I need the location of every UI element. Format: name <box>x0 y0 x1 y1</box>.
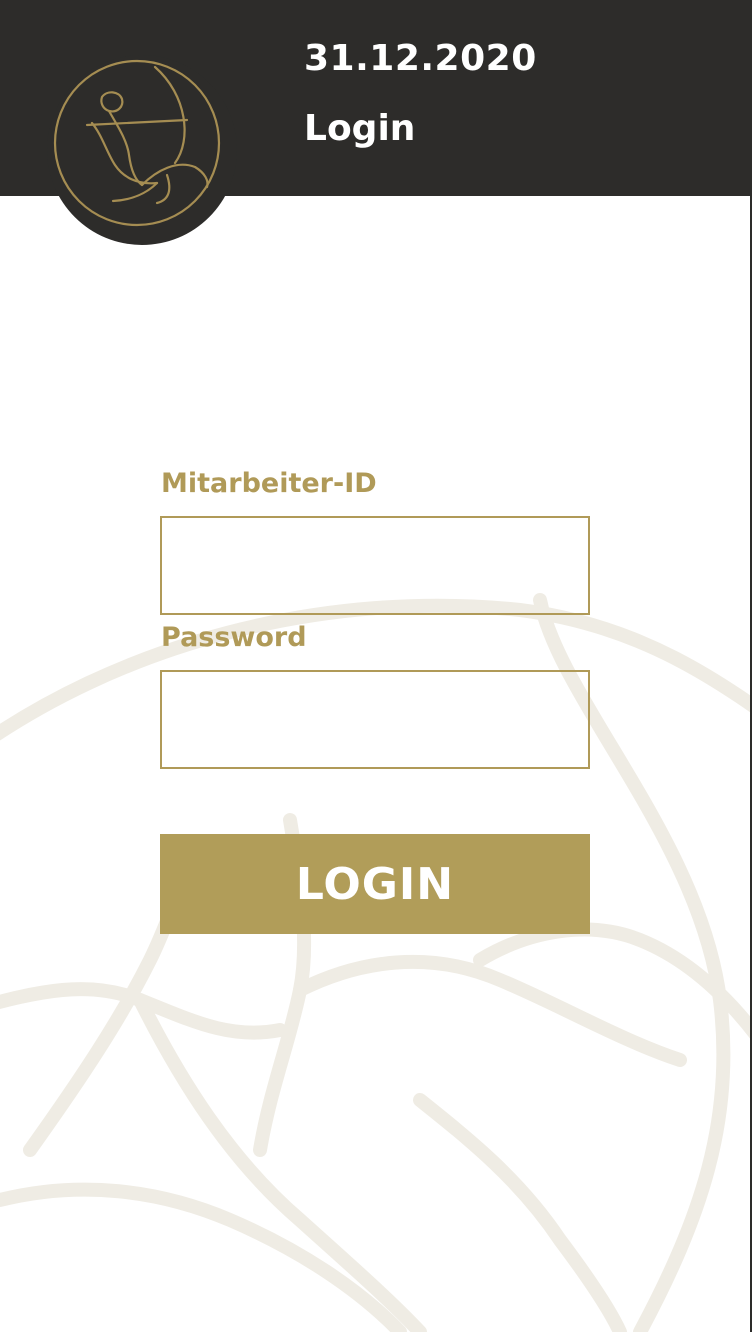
employee-id-label: Mitarbeiter-ID <box>161 468 377 499</box>
archer-icon <box>53 59 221 227</box>
login-button[interactable]: LOGIN <box>160 834 590 934</box>
password-input[interactable] <box>160 670 590 769</box>
password-label: Password <box>161 622 307 653</box>
header-date: 31.12.2020 <box>304 38 537 79</box>
page-title: Login <box>304 108 416 149</box>
logo <box>47 55 237 245</box>
login-page: 31.12.2020 Login Mitarbeiter-ID Password… <box>0 0 752 1332</box>
employee-id-input[interactable] <box>160 516 590 615</box>
